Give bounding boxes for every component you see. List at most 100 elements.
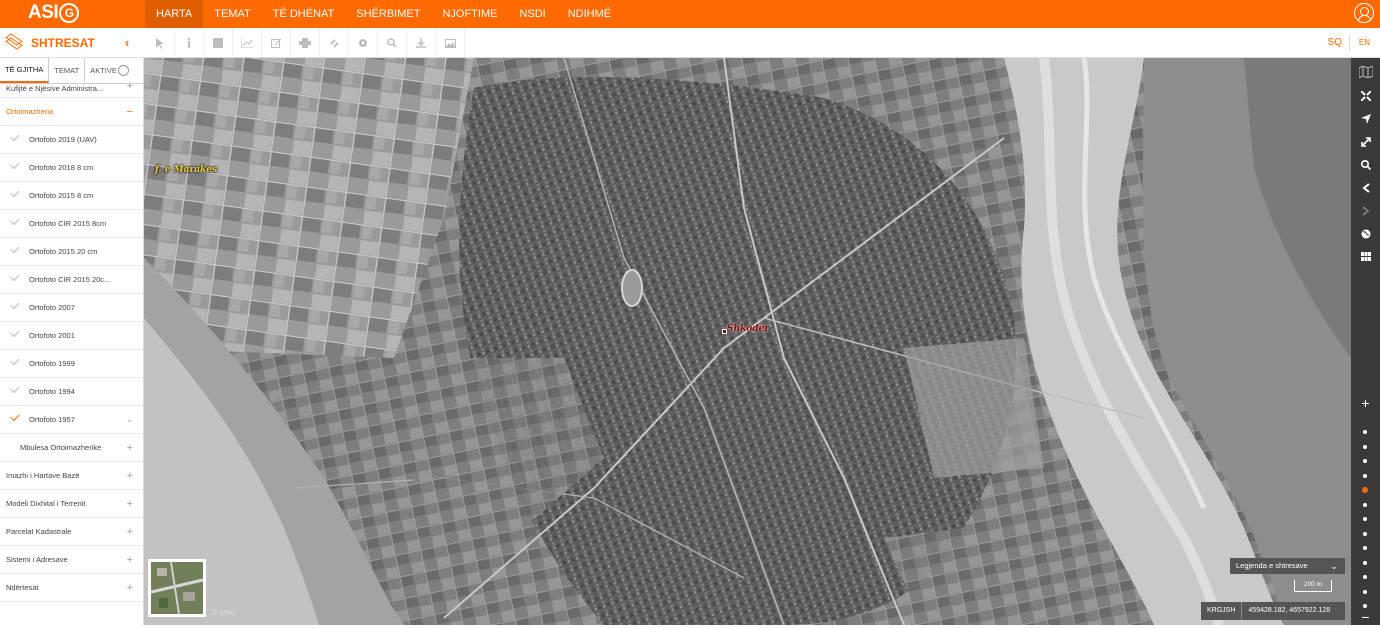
forward-arrow-icon[interactable] [1351,199,1380,222]
layer-item-label: Ortofoto 2019 (UAV) [29,135,97,144]
fullscreen-icon[interactable] [1351,84,1380,107]
lang-sq-button[interactable]: SQ [1328,28,1342,58]
zoom-level-dot[interactable] [1363,517,1367,521]
legend-dropdown-button[interactable]: Legjenda e shtresave ⌄ [1230,558,1345,574]
check-icon[interactable] [10,131,20,142]
image-icon[interactable] [436,28,465,58]
check-icon[interactable] [10,159,20,170]
layer-item-active[interactable]: Ortofoto 1957 ⌄ [0,406,143,434]
nav-harta[interactable]: HARTA [145,0,204,28]
layer-item[interactable]: Ortofoto 2015 20 cm [0,238,143,266]
settings-icon[interactable] [349,28,378,58]
layer-item[interactable]: Ortofoto 1994 [0,378,143,406]
zoom-level-dot[interactable] [1363,560,1367,565]
expand-plus-icon[interactable]: + [127,526,133,538]
layer-group[interactable]: Sistemi i Adresave + [0,546,143,574]
check-icon[interactable] [10,243,20,254]
map-tools [146,28,465,58]
nav-ndihme[interactable]: NDIHMË [557,0,622,28]
plus-box-icon[interactable] [204,28,233,58]
chevron-down-icon[interactable]: ⌄ [126,415,133,424]
layer-group[interactable]: Modeli Dixhital i Terrenit + [0,490,143,518]
asig-logo[interactable]: ASI G [28,1,90,25]
link-icon[interactable] [320,28,349,58]
check-icon[interactable] [10,411,20,422]
zoom-level-dot[interactable] [1363,459,1367,463]
expand-plus-icon[interactable]: + [127,442,133,454]
locate-arrow-icon[interactable] [1351,107,1380,130]
layer-group-kufijte[interactable]: Kufijtë e Njësive Administra... + [0,80,143,98]
overview-minimap[interactable] [148,559,206,617]
zoom-level-dot[interactable] [1363,546,1367,550]
user-icon[interactable] [1354,3,1374,23]
download-icon[interactable] [407,28,436,58]
search-icon[interactable] [378,28,407,58]
layer-group-label: Modeli Dixhital i Terrenit [6,499,86,508]
expand-icon[interactable] [1351,130,1380,153]
grid-icon[interactable] [1351,245,1380,268]
zoom-level-dot[interactable] [1363,444,1367,449]
map-grid-icon[interactable] [1351,60,1380,83]
pointer-icon[interactable] [146,28,175,58]
layer-group[interactable]: Parcelat Kadastrale + [0,518,143,546]
place-label-marakes: f. e Marakes [155,165,218,175]
zoom-level-dot[interactable] [1363,430,1367,434]
expand-plus-icon[interactable]: + [127,80,133,92]
collapse-minus-icon[interactable]: − [127,106,133,118]
logo-text: ASI [28,2,59,23]
chart-icon[interactable] [233,28,262,58]
layer-item[interactable]: Ortofoto CIR 2015 20c... [0,266,143,294]
expand-plus-icon[interactable]: + [127,554,133,566]
zoom-level-dot[interactable] [1363,473,1367,478]
zoom-level-dot[interactable] [1363,575,1367,579]
zoom-level-dot[interactable] [1363,502,1367,507]
zoom-level-dot[interactable] [1363,589,1367,594]
layer-group-ortoimazheria[interactable]: Ortoimazheria − [0,98,143,126]
expand-plus-icon[interactable]: + [127,582,133,594]
map-canvas[interactable]: f. e Marakes Shkodër © ASIG Legjenda e s… [144,58,1351,625]
back-arrow-icon[interactable] [1351,176,1380,199]
layer-item[interactable]: Ortofoto 1999 [0,350,143,378]
layer-item[interactable]: Ortofoto CIR 2015 8cm [0,210,143,238]
main-nav: HARTA TEMAT TË DHËNAT SHËRBIMET NJOFTIME… [145,0,622,28]
check-icon[interactable] [10,187,20,198]
nav-nsdi[interactable]: NSDI [508,0,556,28]
layer-item-label: Ortofoto CIR 2015 8cm [29,219,107,228]
nav-temat[interactable]: TEMAT [203,0,261,28]
info-icon[interactable] [175,28,204,58]
nav-sherbimet[interactable]: SHËRBIMET [345,0,431,28]
expand-plus-icon[interactable]: + [127,498,133,510]
layer-group-mbulesa[interactable]: Mbulesa Ortoimazherike + [0,434,143,462]
tab-te-gjitha[interactable]: TË GJITHA [0,58,50,83]
zoom-level-active[interactable] [1362,487,1368,493]
nav-te-dhenat[interactable]: TË DHËNAT [262,0,346,28]
layer-item[interactable]: Ortofoto 2007 [0,294,143,322]
check-icon[interactable] [10,299,20,310]
layer-item[interactable]: Ortofoto 2019 (UAV) [0,126,143,154]
nav-njoftime[interactable]: NJOFTIME [431,0,508,28]
check-icon[interactable] [10,215,20,226]
map-control-bar: + − [1351,58,1380,625]
layer-item[interactable]: Ortofoto 2001 [0,322,143,350]
layer-item[interactable]: Ortofoto 2015 8 cm [0,182,143,210]
collapse-sidebar-button[interactable]: ‹ [125,35,129,50]
print-icon[interactable] [291,28,320,58]
edit-icon[interactable] [262,28,291,58]
tab-temat[interactable]: TEMAT [49,58,86,83]
check-icon[interactable] [10,271,20,282]
check-icon[interactable] [10,327,20,338]
zoom-level-dot[interactable] [1363,531,1367,536]
layers-icon [5,33,23,50]
lang-en-button[interactable]: EN [1359,28,1370,58]
expand-plus-icon[interactable]: + [127,470,133,482]
check-icon[interactable] [10,355,20,366]
zoom-in-button[interactable]: + [1351,391,1380,414]
layer-group[interactable]: Ndërtesat + [0,574,143,602]
layer-group[interactable]: Imazhi i Hartave Bazë + [0,462,143,490]
crs-label[interactable]: KRGJSH [1201,602,1243,620]
gear-icon[interactable] [117,65,129,76]
zoom-box-icon[interactable] [1351,153,1380,176]
globe-icon[interactable] [1351,222,1380,245]
layer-item[interactable]: Ortofoto 2018 8 cm [0,154,143,182]
check-icon[interactable] [10,383,20,394]
